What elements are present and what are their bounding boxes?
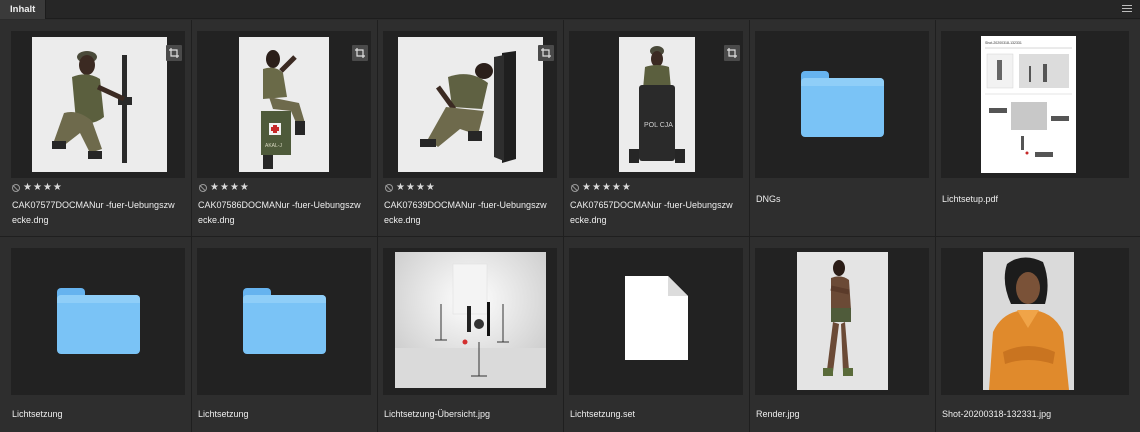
star-icon[interactable]: ★ — [602, 183, 611, 193]
crop-edited-icon — [352, 45, 368, 61]
grid-item[interactable]: POL CJA ★ ★ ★ ★ ★ CAK07657DOCMANur -fuer… — [564, 20, 749, 236]
grid-item[interactable]: Lichtsetzung — [192, 237, 377, 432]
box-label: AKAL-J — [265, 143, 282, 149]
thumbnail — [755, 31, 929, 178]
photo-soldier-standing-shield: POL CJA — [619, 37, 695, 172]
folder-icon — [57, 288, 140, 354]
item-name: CAK07577DOCMANur -fuer-Uebungszwecke.dng — [12, 200, 175, 225]
tab-inhalt[interactable]: Inhalt — [0, 0, 47, 19]
star-icon[interactable]: ★ — [426, 183, 435, 193]
item-name: Lichtsetzung-Übersicht.jpg — [384, 409, 491, 419]
star-icon[interactable]: ★ — [240, 183, 249, 193]
rating[interactable]: ★ ★ ★ ★ — [12, 183, 62, 193]
star-icon[interactable]: ★ — [220, 183, 229, 193]
item-name: Lichtsetzung — [12, 409, 63, 419]
item-name: Lichtsetzung.set — [570, 409, 636, 419]
photo-soldier-crouching-shield — [398, 37, 543, 172]
grid-item[interactable]: Shot-20200318-132331.jpg — [936, 237, 1140, 432]
item-name: CAK07586DOCMANur -fuer-Uebungszwecke.dng — [198, 200, 361, 225]
thumbnail — [941, 248, 1129, 395]
grid-item[interactable]: Lichtsetzung-Übersicht.jpg — [378, 237, 563, 432]
thumbnail — [383, 31, 557, 178]
rating[interactable]: ★ ★ ★ ★ ★ — [571, 183, 631, 193]
star-icon[interactable]: ★ — [230, 183, 239, 193]
pdf-title: Shot-20200318-132331 — [985, 41, 1022, 45]
star-icon[interactable]: ★ — [53, 183, 62, 193]
folder-icon — [801, 71, 884, 137]
panel-header: Inhalt — [0, 0, 1140, 19]
star-icon[interactable]: ★ — [622, 183, 631, 193]
star-icon[interactable]: ★ — [406, 183, 415, 193]
item-name: Lichtsetup.pdf — [942, 194, 999, 204]
folder-icon — [243, 288, 326, 354]
thumbnail-grid: ★ ★ ★ ★ CAK07577DOCMANur -fuer-Uebungszw… — [0, 20, 1140, 432]
star-icon[interactable]: ★ — [592, 183, 601, 193]
pdf-page-preview: Shot-20200318-132331 — [981, 36, 1076, 173]
thumbnail: Shot-20200318-132331 — [941, 31, 1129, 178]
item-name: Render.jpg — [756, 409, 800, 419]
photo-studio-overview — [395, 252, 546, 388]
photo-render-woman — [797, 252, 888, 390]
star-icon[interactable]: ★ — [416, 183, 425, 193]
item-name: Shot-20200318-132331.jpg — [942, 409, 1052, 419]
item-name: CAK07657DOCMANur -fuer-Uebungszwecke.dng — [570, 200, 733, 225]
grid-item[interactable]: ★ ★ ★ ★ CAK07577DOCMANur -fuer-Uebungszw… — [0, 20, 191, 236]
reject-icon[interactable] — [12, 184, 20, 192]
star-icon[interactable]: ★ — [33, 183, 42, 193]
document-icon — [625, 276, 688, 360]
grid-item[interactable]: Shot-20200318-132331 Lichtsetup.pdf — [936, 20, 1140, 236]
star-icon[interactable]: ★ — [582, 183, 591, 193]
grid-item[interactable]: DNGs — [750, 20, 935, 236]
thumbnail — [383, 248, 557, 395]
reject-icon[interactable] — [199, 184, 207, 192]
crop-edited-icon — [538, 45, 554, 61]
thumbnail — [755, 248, 929, 395]
star-icon[interactable]: ★ — [210, 183, 219, 193]
thumbnail: POL CJA — [569, 31, 743, 178]
thumbnail — [11, 248, 185, 395]
photo-soldier-kneeling-rifle — [32, 37, 167, 172]
crop-edited-icon — [166, 45, 182, 61]
star-icon[interactable]: ★ — [23, 183, 32, 193]
item-name: Lichtsetzung — [198, 409, 249, 419]
photo-shot-woman-orange — [983, 252, 1074, 390]
star-icon[interactable]: ★ — [396, 183, 405, 193]
grid-item[interactable]: Lichtsetzung.set — [564, 237, 749, 432]
crop-edited-icon — [724, 45, 740, 61]
thumbnail — [11, 31, 185, 178]
thumbnail — [197, 248, 371, 395]
item-name: DNGs — [756, 194, 781, 204]
grid-item[interactable]: ★ ★ ★ ★ CAK07639DOCMANur -fuer-Uebungszw… — [378, 20, 563, 236]
grid-item[interactable]: AKAL-J ★ ★ ★ ★ CAK07586DOCMANur -fuer-Ue… — [192, 20, 377, 236]
star-icon[interactable]: ★ — [43, 183, 52, 193]
grid-item[interactable]: Render.jpg — [750, 237, 935, 432]
item-name: CAK07639DOCMANur -fuer-Uebungszwecke.dng — [384, 200, 547, 225]
thumbnail — [569, 248, 743, 395]
hamburger-menu-icon[interactable] — [1122, 5, 1132, 14]
star-icon[interactable]: ★ — [612, 183, 621, 193]
reject-icon[interactable] — [571, 184, 579, 192]
reject-icon[interactable] — [385, 184, 393, 192]
shield-label: POL CJA — [644, 122, 673, 129]
rating[interactable]: ★ ★ ★ ★ — [385, 183, 435, 193]
grid-item[interactable]: Lichtsetzung — [0, 237, 191, 432]
rating[interactable]: ★ ★ ★ ★ — [199, 183, 249, 193]
content-panel: ★ ★ ★ ★ CAK07577DOCMANur -fuer-Uebungszw… — [0, 20, 1140, 432]
photo-soldier-sitting-box: AKAL-J — [239, 37, 329, 172]
thumbnail: AKAL-J — [197, 31, 371, 178]
